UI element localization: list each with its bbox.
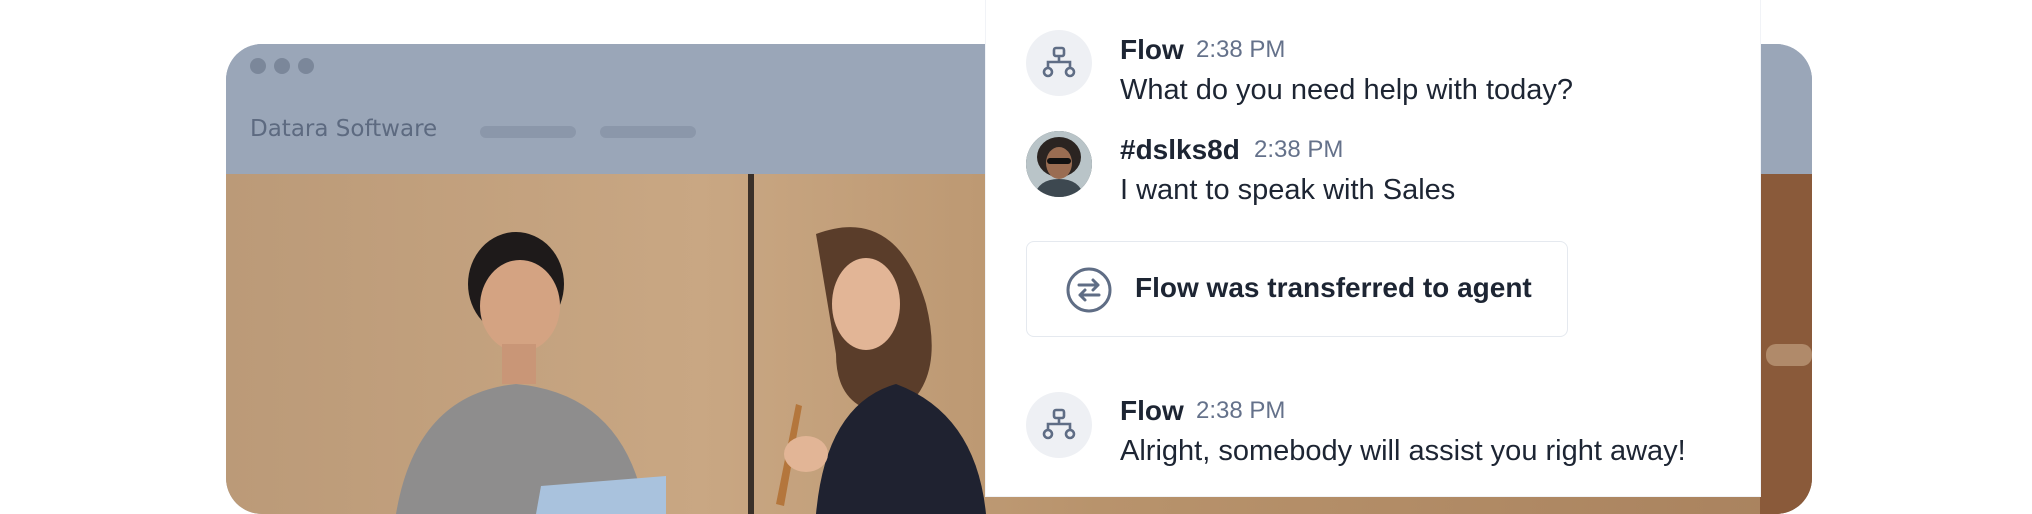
message-time: 2:38 PM [1196, 397, 1286, 424]
window-dot-minimize[interactable] [274, 58, 290, 74]
chat-panel: Flow 2:38 PM What do you need help with … [986, 0, 1760, 496]
flow-bot-avatar [1026, 392, 1092, 458]
nav-link-placeholder[interactable] [480, 126, 576, 138]
message-sender: Flow [1120, 34, 1184, 65]
flow-bot-avatar [1026, 30, 1092, 96]
message-sender: Flow [1120, 395, 1184, 426]
flow-bot-icon [1042, 408, 1076, 440]
window-dot-maximize[interactable] [298, 58, 314, 74]
site-brand[interactable]: Datara Software [250, 116, 437, 142]
transfer-arrows-icon [1066, 267, 1112, 313]
user-avatar[interactable] [1026, 131, 1092, 197]
message-time: 2:38 PM [1196, 36, 1286, 63]
photo-person-left [396, 232, 666, 514]
message-text: What do you need help with today? [1120, 74, 1574, 106]
transfer-notice: Flow was transferred to agent [1026, 241, 1568, 337]
message-text: I want to speak with Sales [1120, 174, 1456, 206]
user-avatar-photo [1026, 131, 1092, 197]
message-sender: #dslks8d [1120, 134, 1240, 165]
nav-link-placeholder[interactable] [600, 126, 696, 138]
message-time: 2:38 PM [1254, 136, 1344, 163]
window-dot-close[interactable] [250, 58, 266, 74]
message-text: Alright, somebody will assist you right … [1120, 435, 1686, 467]
photo-handle [1766, 344, 1812, 366]
transfer-notice-text: Flow was transferred to agent [1135, 272, 1532, 303]
flow-bot-icon [1042, 46, 1076, 78]
photo-person-right [776, 227, 986, 514]
